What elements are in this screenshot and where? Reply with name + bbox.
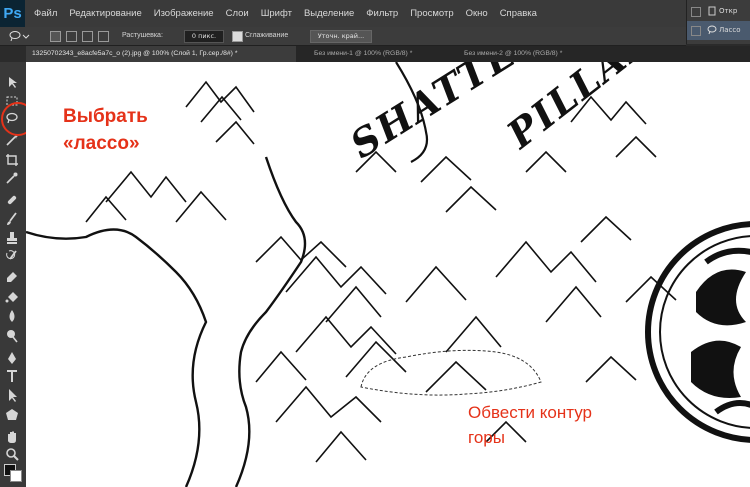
tab-document-1[interactable]: 13250702343_e8acfe5a7c_o (2).jpg @ 100% … <box>26 46 296 62</box>
menu-help[interactable]: Справка <box>500 0 537 27</box>
menu-layers[interactable]: Слои <box>226 0 249 27</box>
shape-icon[interactable] <box>4 407 20 423</box>
new-selection-icon[interactable] <box>50 31 61 42</box>
clone-stamp-icon[interactable] <box>4 230 20 246</box>
menu-image[interactable]: Изображение <box>154 0 214 27</box>
lasso-icon <box>707 25 717 35</box>
antialias-label: Сглаживание <box>245 32 289 39</box>
menu-bar: Ps Файл Редактирование Изображение Слои … <box>0 0 750 28</box>
annotation-outline-line2: горы <box>468 428 505 447</box>
options-bar: Растушевка: 0 пикс. Сглаживание Уточн. к… <box>0 27 686 46</box>
menu-file[interactable]: Файл <box>34 0 57 27</box>
history-item-label: Лассо <box>719 26 741 34</box>
intersect-selection-icon[interactable] <box>98 31 109 42</box>
zoom-icon[interactable] <box>4 446 20 462</box>
menu-edit[interactable]: Редактирование <box>69 0 141 27</box>
annotation-choose-lasso-line2: «лассо» <box>63 133 140 154</box>
hand-icon[interactable] <box>4 429 20 445</box>
annotation-choose-lasso-line1: Выбрать <box>63 106 148 127</box>
antialias-checkbox[interactable] <box>232 31 243 42</box>
celtic-knot-emblem <box>645 221 750 443</box>
blur-icon[interactable] <box>4 308 20 324</box>
menu-window[interactable]: Окно <box>466 0 488 27</box>
history-panel: Откр Лассо <box>686 0 750 44</box>
lasso-preset-icon[interactable] <box>8 30 30 42</box>
history-checkbox[interactable] <box>691 26 701 36</box>
tab-document-2[interactable]: Без имени-1 @ 100% (RGB/8) * <box>308 46 458 62</box>
history-item-open[interactable]: Откр <box>687 2 750 21</box>
add-selection-icon[interactable] <box>66 31 77 42</box>
menu-type[interactable]: Шрифт <box>261 0 292 27</box>
subtract-selection-icon[interactable] <box>82 31 93 42</box>
history-item-label: Откр <box>719 7 738 15</box>
type-icon[interactable] <box>4 368 20 384</box>
annotation-outline-line1: Обвести контур <box>468 403 592 422</box>
menu-view[interactable]: Просмотр <box>410 0 453 27</box>
dodge-icon[interactable] <box>4 328 20 344</box>
document-tabs: 13250702343_e8acfe5a7c_o (2).jpg @ 100% … <box>26 46 750 62</box>
eyedropper-icon[interactable] <box>4 170 20 186</box>
background-color-swatch[interactable] <box>10 470 22 482</box>
menu: Файл Редактирование Изображение Слои Шри… <box>34 0 549 27</box>
photoshop-logo[interactable]: Ps <box>0 0 25 27</box>
menu-filter[interactable]: Фильтр <box>366 0 398 27</box>
path-selection-icon[interactable] <box>4 387 20 403</box>
tab-document-3[interactable]: Без имени-2 @ 100% (RGB/8) * <box>458 46 608 62</box>
eraser-icon[interactable] <box>4 268 20 284</box>
pen-icon[interactable] <box>4 350 20 366</box>
paint-bucket-icon[interactable] <box>4 289 20 305</box>
menu-select[interactable]: Выделение <box>304 0 354 27</box>
feather-label: Растушевка: <box>122 32 163 39</box>
brush-icon[interactable] <box>4 211 20 227</box>
crop-icon[interactable] <box>4 152 20 168</box>
history-item-lasso[interactable]: Лассо <box>687 21 750 40</box>
healing-brush-icon[interactable] <box>4 192 20 208</box>
refine-edge-button[interactable]: Уточн. край... <box>310 30 372 43</box>
document-icon <box>708 6 716 16</box>
history-brush-icon[interactable] <box>4 249 20 265</box>
move-icon[interactable] <box>4 74 20 90</box>
feather-input[interactable]: 0 пикс. <box>184 30 224 43</box>
history-checkbox[interactable] <box>691 7 701 17</box>
